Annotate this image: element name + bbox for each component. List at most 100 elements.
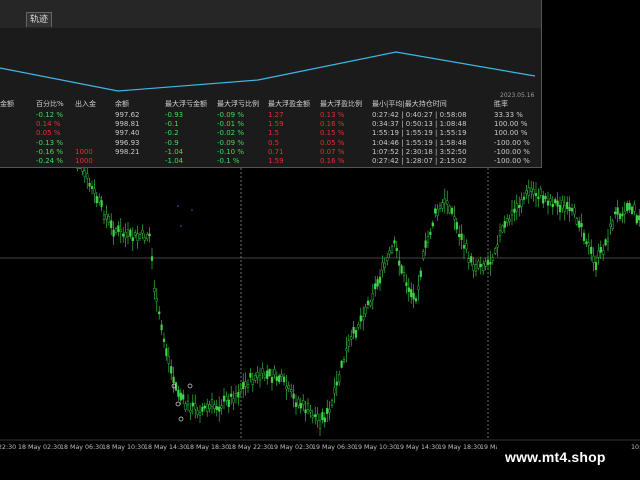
candle-body xyxy=(402,272,406,276)
candle-body xyxy=(237,392,240,398)
candle-body xyxy=(520,199,523,207)
candle-body xyxy=(191,402,194,407)
candle-body xyxy=(282,376,286,383)
candle-body xyxy=(494,248,497,254)
stats-cell: 0.71 xyxy=(268,147,284,156)
candle-body xyxy=(263,374,266,378)
candle-body xyxy=(249,373,252,378)
candle-body xyxy=(388,250,391,255)
candle-body xyxy=(287,385,290,389)
candle-body xyxy=(302,400,305,406)
candle-body xyxy=(422,251,425,259)
candle-body xyxy=(585,241,588,244)
candle-body xyxy=(143,236,146,241)
candle-body xyxy=(482,263,485,272)
candle-body xyxy=(117,225,120,232)
candle-body xyxy=(429,231,432,236)
stats-cell: 0.07 % xyxy=(320,147,345,156)
candle-body xyxy=(146,234,149,240)
candle-body xyxy=(122,233,125,237)
candle-body xyxy=(359,315,362,322)
stats-row: -0.16 % 1000 998.21 -1.04 -0.10 % 0.71 0.07 % 1… xyxy=(0,148,541,157)
candle-body xyxy=(489,261,492,265)
candle-body xyxy=(501,225,504,233)
candle-body xyxy=(165,348,168,357)
candle-body xyxy=(335,381,338,386)
time-axis-label: 22:30 xyxy=(0,444,17,451)
candle-body xyxy=(441,202,444,209)
candle-body xyxy=(381,262,384,271)
candle-body xyxy=(244,381,247,387)
stats-cell xyxy=(0,157,36,166)
stats-row: 0.14 % 998.81 -0.1 -0.01 % 1.59 0.16 % 0:34:37… xyxy=(0,120,541,129)
candle-body xyxy=(470,256,473,263)
candle-body xyxy=(86,173,89,179)
tab-trajectory[interactable]: 轨迹 xyxy=(26,12,53,27)
stats-cell: 1.59 xyxy=(268,120,284,129)
candle-body xyxy=(518,205,521,208)
candle-body xyxy=(604,239,607,246)
candle-body xyxy=(167,355,170,364)
time-axis-label: 18 May 14:30 xyxy=(144,444,188,451)
candle-body xyxy=(179,392,182,401)
candle-body xyxy=(242,382,245,390)
candle-body xyxy=(306,402,310,410)
time-axis-label: 19 May 02:30 xyxy=(270,444,314,451)
candle-body xyxy=(107,216,110,223)
candle-body xyxy=(618,213,622,219)
col-max-float-loss: 最大浮亏金额 xyxy=(165,100,207,109)
stats-cell xyxy=(0,139,36,148)
candle-body xyxy=(304,409,307,414)
candle-body xyxy=(503,221,506,228)
stats-cell xyxy=(0,111,36,120)
candle-body xyxy=(479,264,482,268)
candle-body xyxy=(182,394,185,400)
candle-body xyxy=(150,256,154,261)
candle-body xyxy=(119,229,122,232)
candle-body xyxy=(448,205,451,214)
stats-cell xyxy=(75,111,115,120)
candle-body xyxy=(462,245,466,249)
stats-row: -0.12 % 997.62 -0.93 -0.09 % 1.27 0.13 % 0:27:… xyxy=(0,111,541,120)
candle-body xyxy=(273,369,276,376)
candle-body xyxy=(597,250,600,258)
stats-cell: -0.10 % xyxy=(217,147,244,156)
time-axis-label: 19 May 06:30 xyxy=(312,444,356,451)
candle-body xyxy=(141,229,144,234)
col-max-float-loss-ratio: 最大浮亏比例 xyxy=(217,100,259,109)
candle-body xyxy=(582,232,586,241)
stats-cell xyxy=(75,120,115,129)
stats-cell xyxy=(0,148,36,157)
candle-body xyxy=(215,406,218,411)
stats-cell: 998.81 xyxy=(115,120,140,129)
candle-body xyxy=(616,207,619,215)
candle-body xyxy=(510,210,514,216)
candle-body xyxy=(114,228,118,233)
candle-body xyxy=(186,400,190,406)
candle-body xyxy=(530,187,533,192)
candle-body xyxy=(126,229,130,238)
candle-body xyxy=(362,316,365,321)
candle-body xyxy=(570,208,574,212)
candle-body xyxy=(285,386,288,390)
col-max-float-profit-ratio: 最大浮盈比例 xyxy=(320,100,362,109)
stats-cell xyxy=(0,129,36,138)
time-axis-label: 18 May 10:30 xyxy=(102,444,146,451)
candle-body xyxy=(203,405,206,409)
stats-cell: 997.62 xyxy=(115,111,140,119)
stats-cell: -100.00 % xyxy=(494,147,530,156)
candle-body xyxy=(294,402,298,407)
candle-body xyxy=(340,360,343,368)
candle-body xyxy=(568,207,571,211)
candle-body xyxy=(227,399,230,407)
candle-body xyxy=(398,260,401,266)
candle-body xyxy=(551,203,554,208)
candle-body xyxy=(527,187,530,196)
candle-body xyxy=(177,389,180,397)
candle-body xyxy=(100,200,103,207)
candle-body xyxy=(491,257,494,261)
candle-body xyxy=(206,403,209,412)
stats-row: 0.05 % 997.40 -0.2 -0.02 % 1.5 0.15 % 1:55:19 … xyxy=(0,129,541,138)
curve-date-label: 2023.05.16 xyxy=(500,92,535,99)
candle-body xyxy=(592,255,595,263)
